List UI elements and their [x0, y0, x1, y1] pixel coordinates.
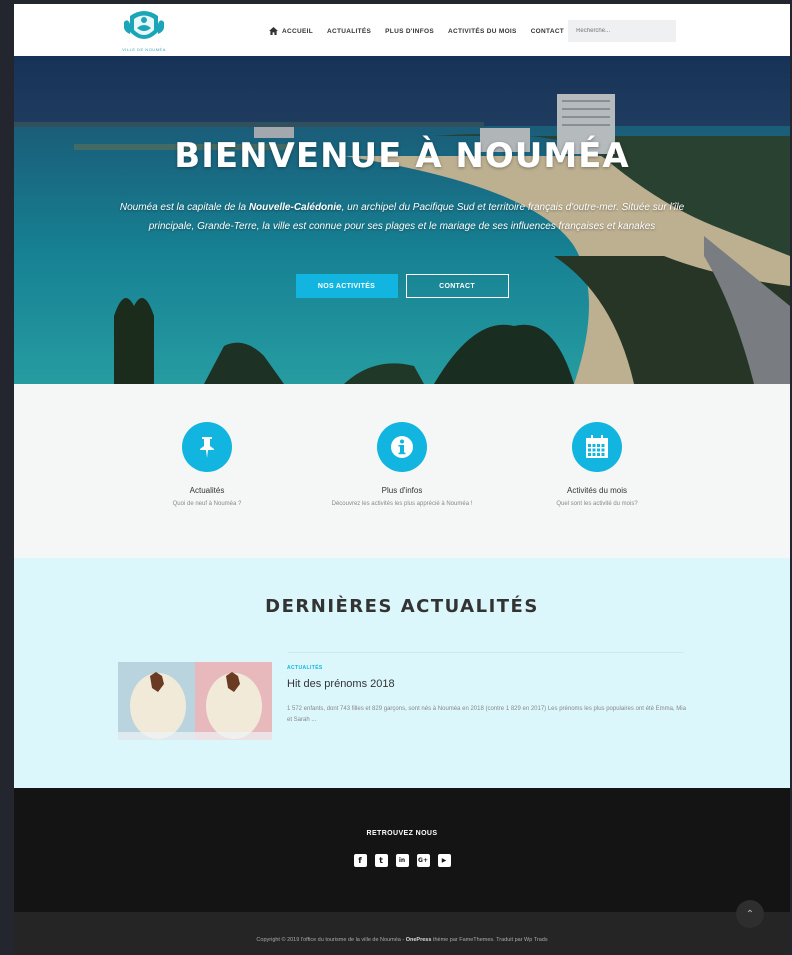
logo-caption: VILLE DE NOUMÉA: [122, 47, 166, 52]
contact-button[interactable]: CONTACT: [405, 274, 509, 298]
copyright-text: Copyright © 2019 l'office du tourisme de…: [14, 937, 790, 943]
feature-icon-circle: [182, 422, 232, 472]
post-excerpt: 1 572 enfants, dont 743 filles et 829 ga…: [287, 706, 686, 723]
post-thumbnail[interactable]: [118, 662, 272, 740]
pin-icon: [200, 437, 214, 458]
nos-activites-button[interactable]: NOS ACTIVITÉS: [295, 274, 398, 298]
nav-label: ACTIVITÉS DU MOIS: [448, 27, 517, 35]
nav-item-accueil[interactable]: ACCUEIL: [269, 27, 313, 35]
hero-text-prefix: Nouméa est la capitale de la: [119, 202, 249, 213]
twitter-icon[interactable]: t: [374, 854, 388, 867]
hero-description: Nouméa est la capitale de la Nouvelle-Ca…: [104, 198, 700, 236]
nav-label: ACCUEIL: [282, 27, 313, 35]
feature-icon-circle: [572, 422, 622, 472]
nav-label: CONTACT: [530, 27, 565, 35]
nav-item-activites[interactable]: ACTIVITÉS DU MOIS: [448, 28, 517, 35]
feature-actualites[interactable]: Actualités Quoi de neuf à Nouméa ?: [112, 422, 302, 507]
feature-desc: Quoi de neuf à Nouméa ?: [172, 501, 242, 507]
nav-item-actualites[interactable]: ACTUALITÉS: [327, 28, 371, 35]
hero-text-link[interactable]: Nouvelle-Calédonie: [249, 202, 342, 213]
social-links: f t in G+ ▶: [14, 854, 790, 867]
footer: RETROUVEZ NOUS f t in G+ ▶: [14, 788, 790, 912]
divider: [288, 652, 684, 653]
nav-item-contact[interactable]: CONTACT: [531, 28, 564, 35]
search-input[interactable]: [568, 20, 677, 42]
hero-title: BIENVENUE À NOUMÉA: [174, 136, 630, 176]
hero-section: BIENVENUE À NOUMÉA Nouméa est la capital…: [14, 56, 790, 384]
site-logo[interactable]: VILLE DE NOUMÉA: [114, 8, 174, 54]
nav-label: PLUS D'INFOS: [385, 27, 435, 35]
theme-link[interactable]: OnePress: [406, 937, 432, 943]
back-to-top-icon[interactable]: ⌃: [736, 900, 764, 928]
features-section: Actualités Quoi de neuf à Nouméa ? Plus …: [14, 384, 790, 558]
nav-item-plus-infos[interactable]: PLUS D'INFOS: [385, 28, 434, 35]
main-nav: ACCUEIL ACTUALITÉS PLUS D'INFOS ACTIVITÉ…: [269, 20, 677, 42]
post-title[interactable]: Hit des prénoms 2018: [287, 678, 395, 690]
home-icon: [269, 27, 278, 35]
nav-label: ACTUALITÉS: [327, 27, 372, 35]
footer-follow-title: RETROUVEZ NOUS: [366, 830, 438, 837]
copyright-suffix: thème par FameThemes. Traduit par Wp Tra…: [431, 937, 548, 943]
linkedin-icon[interactable]: in: [395, 854, 409, 867]
feature-plus-infos[interactable]: Plus d'infos Découvrez les activités les…: [307, 422, 497, 507]
feature-title: Plus d'infos: [381, 486, 423, 495]
site-header: VILLE DE NOUMÉA ACCUEIL ACTUALITÉS PLUS …: [14, 4, 790, 56]
coat-of-arms-icon: [124, 11, 164, 39]
calendar-icon: [586, 435, 608, 458]
feature-icon-circle: [377, 422, 427, 472]
hero-buttons: NOS ACTIVITÉS CONTACT: [14, 274, 790, 298]
feature-activites-mois[interactable]: Activités du mois Quel sont les activité…: [502, 422, 692, 507]
feature-desc: Quel sont les activité du mois?: [556, 501, 638, 507]
news-section: DERNIÈRES ACTUALITÉS ACTUALITÉS Hit des …: [14, 558, 790, 788]
eggs-image: [118, 662, 272, 740]
google-plus-icon[interactable]: G+: [416, 854, 430, 867]
youtube-icon[interactable]: ▶: [437, 854, 451, 867]
facebook-icon[interactable]: f: [353, 854, 367, 867]
copyright-prefix: Copyright © 2019 l'office du tourisme de…: [256, 937, 406, 943]
post-category[interactable]: ACTUALITÉS: [287, 665, 323, 671]
feature-desc: Découvrez les activités les plus appréci…: [331, 501, 473, 507]
feature-title: Actualités: [189, 486, 225, 495]
section-title: DERNIÈRES ACTUALITÉS: [265, 596, 539, 617]
browser-page: VILLE DE NOUMÉA ACCUEIL ACTUALITÉS PLUS …: [14, 4, 790, 955]
feature-title: Activités du mois: [566, 486, 628, 495]
copyright-bar: Copyright © 2019 l'office du tourisme de…: [14, 912, 790, 955]
info-icon: [391, 436, 413, 458]
